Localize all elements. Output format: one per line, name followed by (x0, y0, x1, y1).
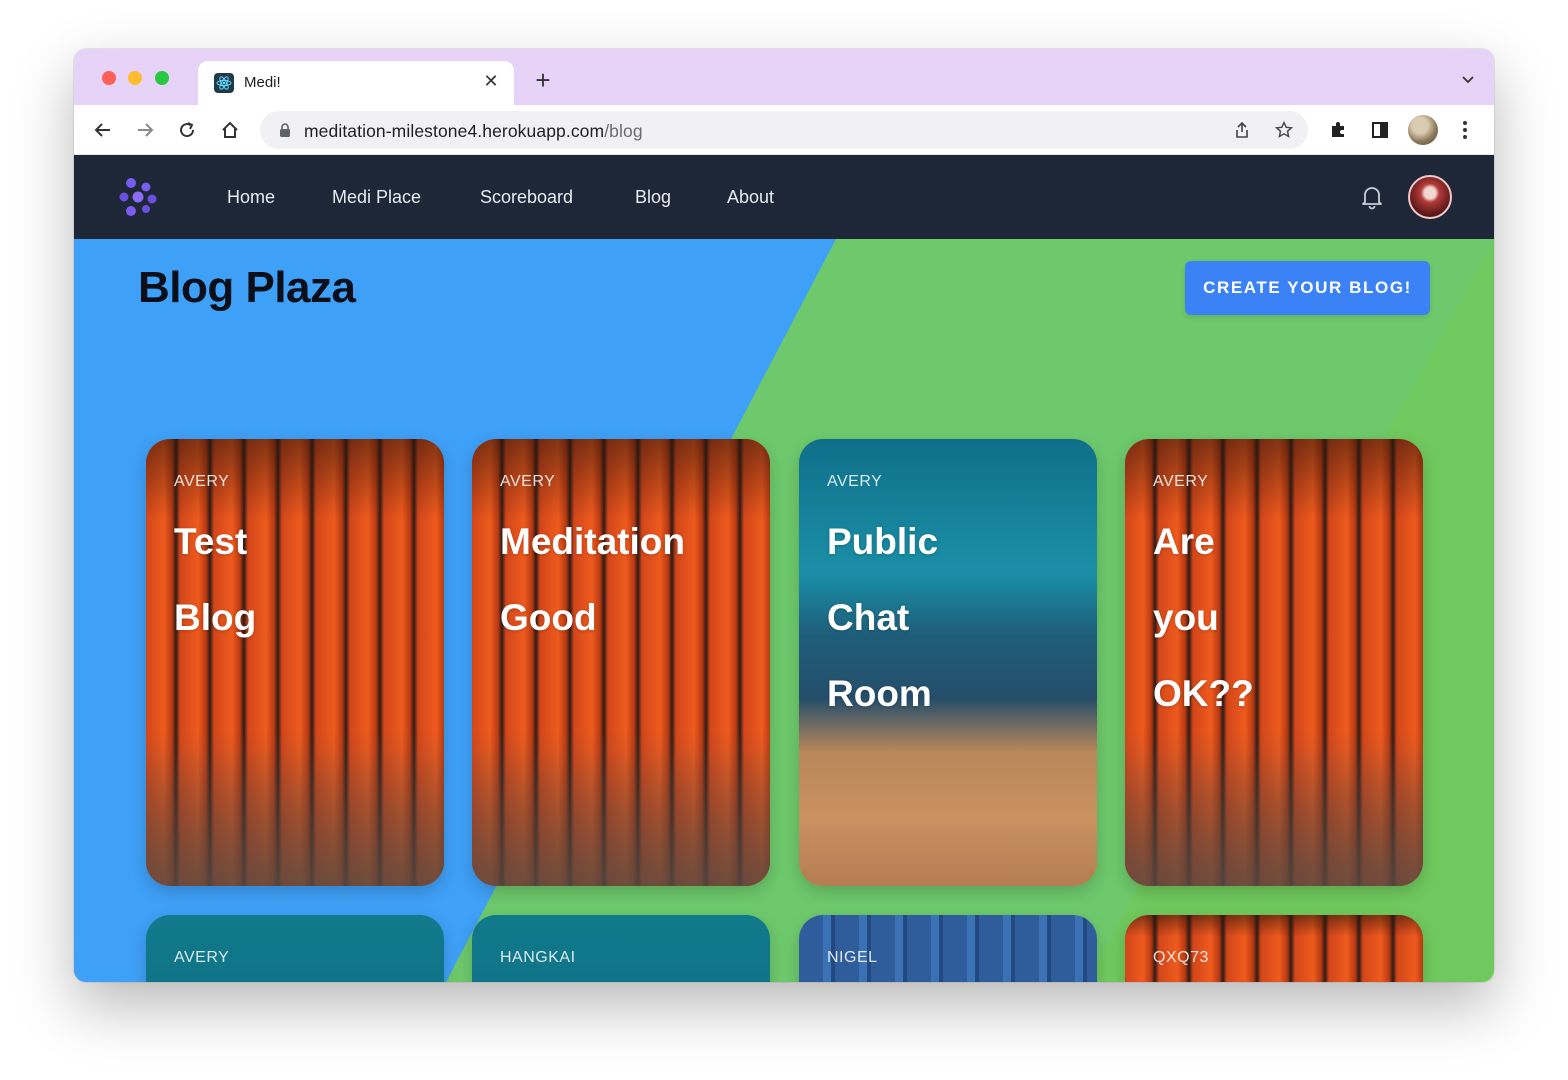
nav-link-home[interactable]: Home (227, 187, 275, 208)
new-tab-icon[interactable]: + (530, 67, 556, 93)
side-panel-icon[interactable] (1367, 117, 1393, 143)
tab-strip: Medi! ✕ + (74, 49, 1494, 105)
blog-card[interactable]: AVERY Test Blog (146, 439, 444, 886)
user-avatar[interactable] (1408, 175, 1452, 219)
card-title-word: OK?? (1153, 673, 1254, 714)
nav-link-scoreboard[interactable]: Scoreboard (480, 187, 573, 208)
tab-search-chevron-icon[interactable] (1460, 71, 1476, 87)
extensions-puzzle-icon[interactable] (1325, 117, 1351, 143)
site-logo-icon[interactable] (116, 177, 160, 217)
blog-card[interactable]: AVERY Are you OK?? (1125, 439, 1423, 886)
blog-card[interactable]: QXQ73 (1125, 915, 1423, 982)
card-title-word: Good (500, 597, 597, 638)
create-blog-button[interactable]: CREATE YOUR BLOG! (1185, 261, 1430, 315)
close-window-button[interactable] (102, 71, 116, 85)
card-title-word: Are (1153, 521, 1215, 562)
maximize-window-button[interactable] (155, 71, 169, 85)
blog-plaza-section: Blog Plaza CREATE YOUR BLOG! AVERY Test … (74, 239, 1494, 982)
card-author: NIGEL (827, 949, 878, 966)
nav-link-medi-place[interactable]: Medi Place (332, 187, 421, 208)
blog-card[interactable]: AVERY (146, 915, 444, 982)
tab-close-icon[interactable]: ✕ (480, 70, 502, 92)
card-title-word: Room (827, 673, 932, 714)
card-author: QXQ73 (1153, 949, 1209, 966)
share-icon[interactable] (1232, 120, 1252, 140)
card-author: AVERY (174, 473, 230, 490)
tab-title: Medi! (244, 74, 281, 91)
url-host: meditation-milestone4.herokuapp.com (304, 121, 605, 141)
card-title-word: you (1153, 597, 1219, 638)
card-author: AVERY (1153, 473, 1209, 490)
blog-card[interactable]: HANGKAI (472, 915, 770, 982)
blog-card[interactable]: AVERY Public Chat Room (799, 439, 1097, 886)
card-title-word: Meditation (500, 521, 685, 562)
bookmark-star-icon[interactable] (1274, 120, 1294, 140)
card-title-word: Test (174, 521, 248, 562)
lock-icon[interactable] (278, 122, 292, 138)
page-title: Blog Plaza (138, 263, 356, 312)
address-bar[interactable]: meditation-milestone4.herokuapp.com/blog (260, 111, 1308, 149)
minimize-window-button[interactable] (128, 71, 142, 85)
card-title-word: Blog (174, 597, 257, 638)
url-text: meditation-milestone4.herokuapp.com/blog (304, 121, 643, 142)
blog-card[interactable]: AVERY Meditation Good (472, 439, 770, 886)
card-title-word: Public (827, 521, 939, 562)
react-favicon-icon (214, 73, 234, 93)
card-author: AVERY (500, 473, 556, 490)
home-icon[interactable] (217, 117, 243, 143)
card-title-word: Chat (827, 597, 910, 638)
url-path: /blog (604, 121, 643, 141)
nav-link-blog[interactable]: Blog (635, 187, 671, 208)
web-page: Home Medi Place Scoreboard Blog About Bl… (74, 155, 1494, 982)
kebab-menu-icon[interactable] (1452, 117, 1478, 143)
back-arrow-icon[interactable] (90, 117, 116, 143)
notification-bell-icon[interactable] (1358, 183, 1386, 211)
card-author: AVERY (827, 473, 883, 490)
card-author: HANGKAI (500, 949, 576, 966)
forward-arrow-icon[interactable] (132, 117, 158, 143)
profile-avatar[interactable] (1408, 115, 1438, 145)
reload-icon[interactable] (174, 117, 200, 143)
site-navbar: Home Medi Place Scoreboard Blog About (74, 155, 1494, 239)
browser-tab[interactable]: Medi! ✕ (198, 61, 514, 105)
card-author: AVERY (174, 949, 230, 966)
blog-card[interactable]: NIGEL (799, 915, 1097, 982)
browser-toolbar: meditation-milestone4.herokuapp.com/blog (74, 105, 1494, 155)
browser-window: Medi! ✕ + meditation-milestone4.herokuap… (74, 49, 1494, 982)
nav-link-about[interactable]: About (727, 187, 774, 208)
